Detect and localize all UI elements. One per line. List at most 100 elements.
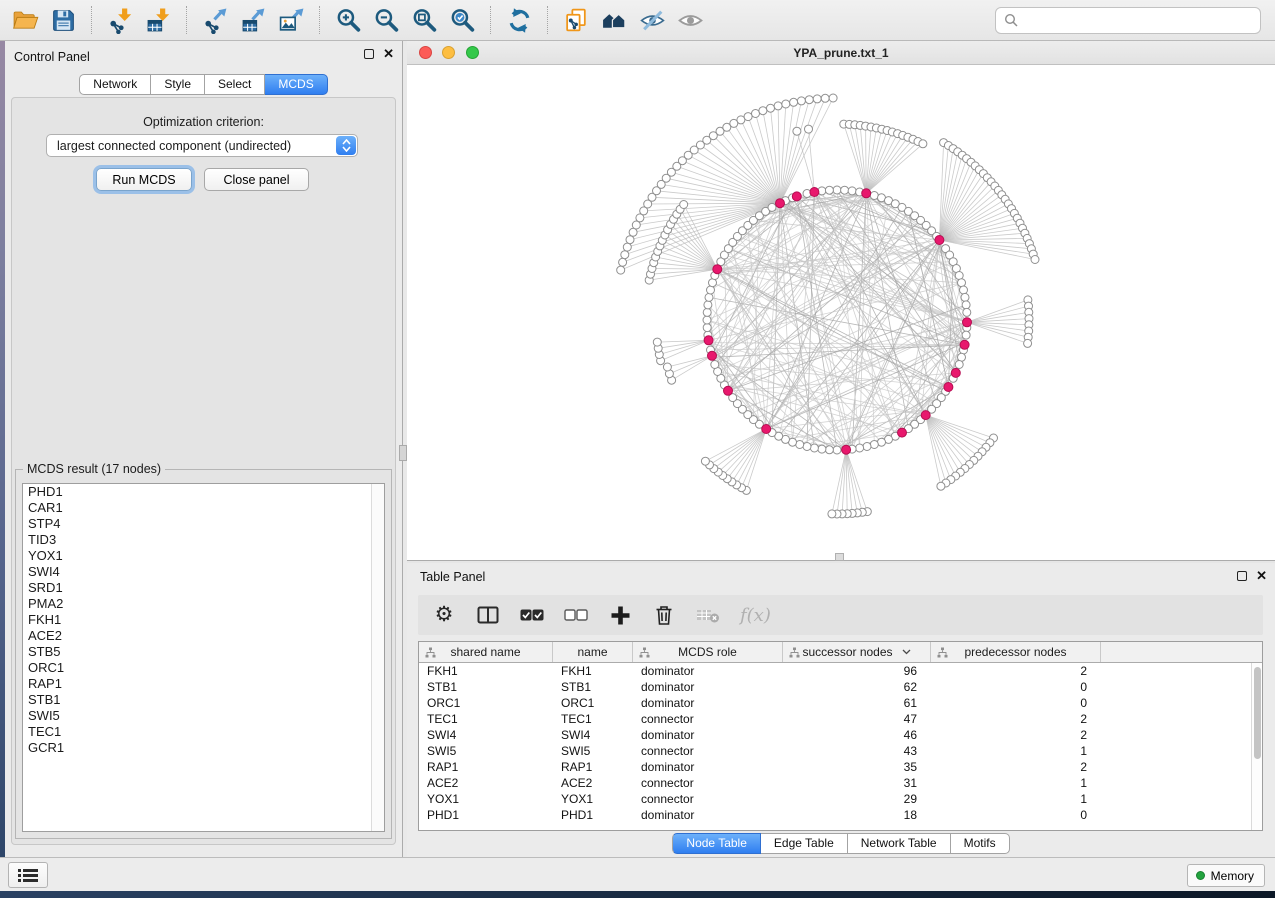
mcds-hub-node[interactable] [713,265,722,274]
mcds-result-item[interactable]: YOX1 [23,548,384,564]
mcds-hub-node[interactable] [792,192,801,201]
table-cell[interactable]: ORC1 [419,695,553,711]
table-cell[interactable]: 96 [783,663,931,679]
delete-table-button[interactable] [696,600,720,630]
network-node[interactable] [790,98,798,106]
table-cell[interactable]: 47 [783,711,931,727]
table-cell[interactable]: 46 [783,727,931,743]
network-node[interactable] [803,443,811,451]
table-cell[interactable]: YOX1 [553,791,633,807]
show-all-button[interactable] [671,3,709,37]
network-node[interactable] [663,363,671,371]
network-node[interactable] [961,293,969,301]
close-panel-icon[interactable]: ✕ [1256,571,1267,581]
tab-select[interactable]: Select [205,74,265,95]
table-cell[interactable]: RAP1 [553,759,633,775]
network-canvas[interactable] [407,65,1275,560]
mcds-result-item[interactable]: PMA2 [23,596,384,612]
mcds-hub-node[interactable] [724,386,733,395]
run-mcds-button[interactable]: Run MCDS [96,168,192,191]
column-header-name[interactable]: name [553,642,633,662]
network-node[interactable] [703,308,711,316]
table-cell[interactable]: 1 [931,775,1101,791]
table-cell[interactable]: STB1 [419,679,553,695]
network-node[interactable] [782,100,790,108]
network-node[interactable] [797,97,805,105]
mcds-hub-node[interactable] [704,336,713,345]
network-node[interactable] [774,102,782,110]
mcds-result-item[interactable]: ACE2 [23,628,384,644]
table-cell[interactable]: 2 [931,759,1101,775]
table-cell[interactable]: 1 [931,791,1101,807]
network-node[interactable] [810,444,818,452]
network-node[interactable] [955,361,963,369]
network-node[interactable] [962,301,970,309]
mcds-result-item[interactable]: FKH1 [23,612,384,628]
list-scrollbar[interactable] [371,484,384,831]
network-node[interactable] [705,293,713,301]
mcds-hub-node[interactable] [944,383,953,392]
table-cell[interactable]: PHD1 [419,807,553,823]
table-cell[interactable]: FKH1 [419,663,553,679]
network-node[interactable] [937,482,945,490]
table-cell[interactable]: 2 [931,727,1101,743]
table-cell[interactable]: SWI5 [419,743,553,759]
network-node[interactable] [619,258,627,266]
network-graph[interactable] [407,65,1275,560]
network-node[interactable] [833,186,841,194]
network-node[interactable] [1024,339,1032,347]
table-cell[interactable]: dominator [633,727,783,743]
export-network-button[interactable] [196,3,234,37]
table-cell[interactable]: connector [633,791,783,807]
mcds-result-item[interactable]: SWI5 [23,708,384,724]
mcds-hub-node[interactable] [842,445,851,454]
network-node[interactable] [767,104,775,112]
table-cell[interactable]: 2 [931,711,1101,727]
table-row[interactable]: ACE2ACE2connector311 [419,775,1262,791]
network-node[interactable] [701,457,709,465]
scrollbar-thumb[interactable] [1254,667,1261,759]
network-node[interactable] [711,361,719,369]
table-cell[interactable]: TEC1 [553,711,633,727]
table-cell[interactable]: dominator [633,807,783,823]
table-cell[interactable]: 31 [783,775,931,791]
mcds-result-item[interactable]: TEC1 [23,724,384,740]
table-cell[interactable]: 61 [783,695,931,711]
splitter-grip[interactable] [399,445,407,461]
mcds-result-item[interactable]: RAP1 [23,676,384,692]
table-row[interactable]: ORC1ORC1dominator610 [419,695,1262,711]
network-node[interactable] [863,443,871,451]
table-cell[interactable]: ACE2 [553,775,633,791]
log-console-button[interactable] [8,862,48,888]
table-cell[interactable]: SWI4 [419,727,553,743]
tab-edge-table[interactable]: Edge Table [761,833,848,854]
mcds-hub-node[interactable] [963,318,972,327]
column-header-shared-name[interactable]: shared name [419,642,553,662]
table-cell[interactable]: 62 [783,679,931,695]
network-node[interactable] [805,125,813,133]
mcds-hub-node[interactable] [708,351,717,360]
hide-selected-button[interactable] [633,3,671,37]
mcds-hub-node[interactable] [951,368,960,377]
tab-network-table[interactable]: Network Table [848,833,951,854]
tab-motifs[interactable]: Motifs [951,833,1010,854]
splitter-grip[interactable] [835,553,844,561]
table-cell[interactable]: 0 [931,695,1101,711]
table-cell[interactable]: FKH1 [553,663,633,679]
table-settings-button[interactable]: ⚙ [432,600,456,630]
mcds-result-item[interactable]: STB5 [23,644,384,660]
table-cell[interactable]: 0 [931,679,1101,695]
network-node[interactable] [841,186,849,194]
table-row[interactable]: FKH1FKH1dominator962 [419,663,1262,679]
table-row[interactable]: TEC1TEC1connector472 [419,711,1262,727]
mcds-hub-node[interactable] [921,411,930,420]
network-node[interactable] [623,243,631,251]
export-image-button[interactable] [272,3,310,37]
apply-layout-button[interactable] [500,3,538,37]
table-cell[interactable]: dominator [633,695,783,711]
network-node[interactable] [856,444,864,452]
table-row[interactable]: SWI4SWI4dominator462 [419,727,1262,743]
import-table-button[interactable] [139,3,177,37]
tab-network[interactable]: Network [79,74,151,95]
tab-node-table[interactable]: Node Table [672,833,761,854]
